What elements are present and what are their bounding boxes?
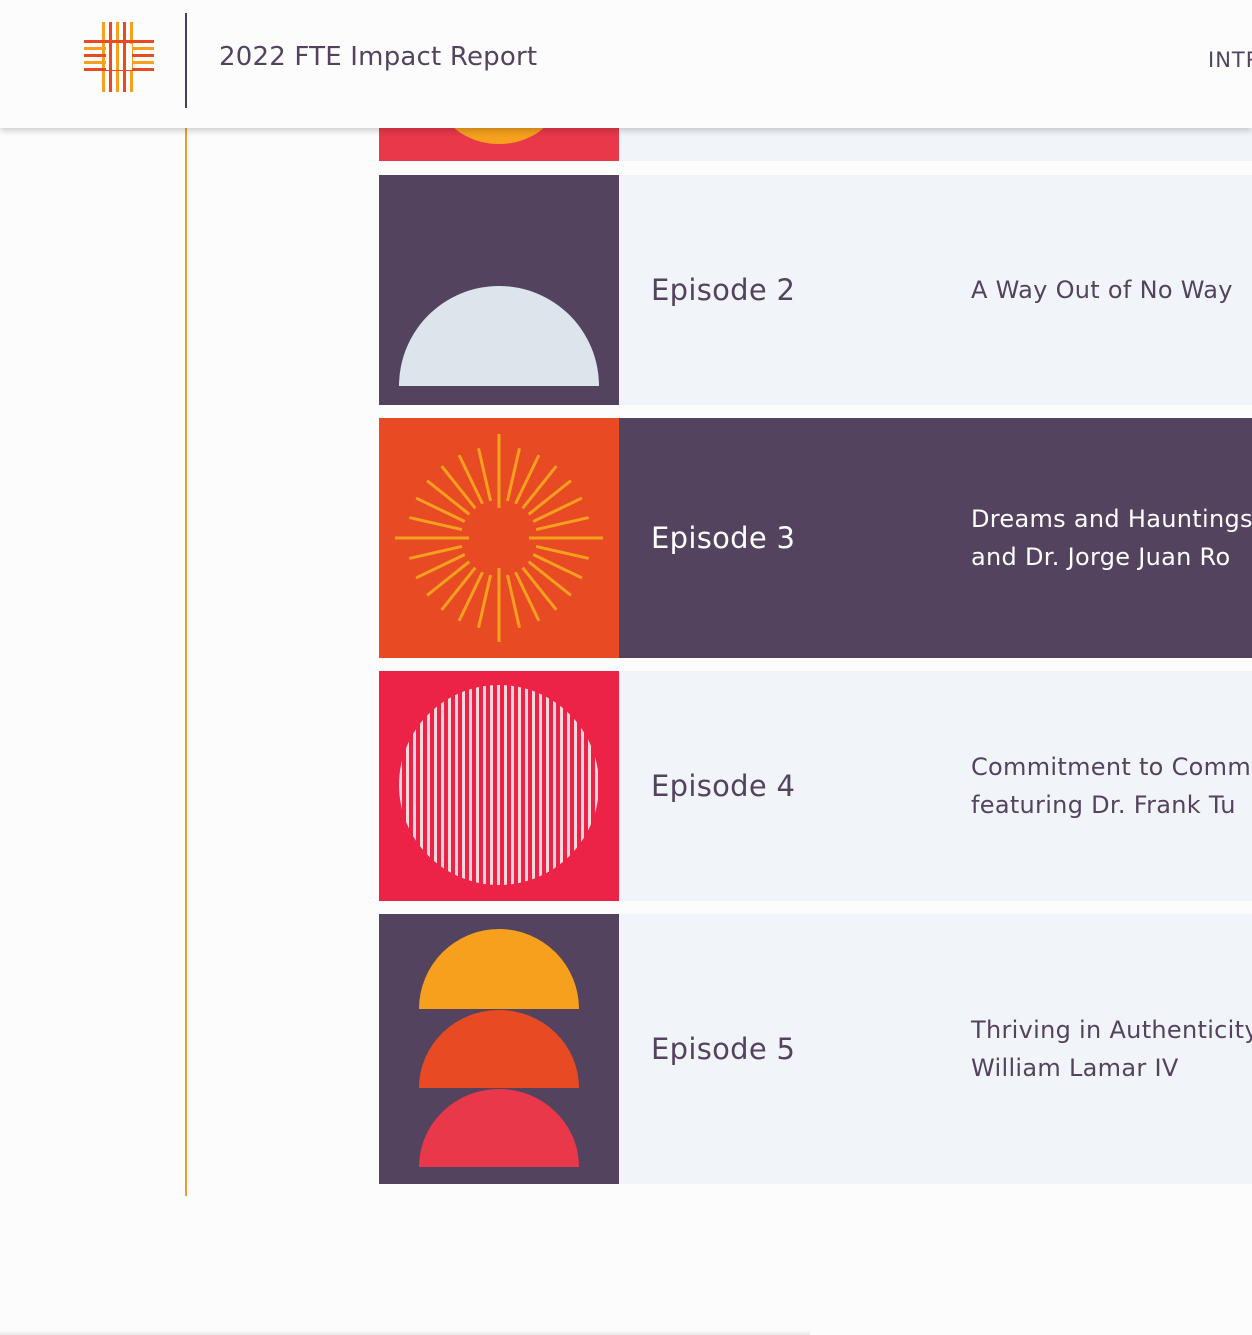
episode-row-5[interactable]: Episode 5 Thriving in Authenticity Willi… — [379, 914, 1252, 1184]
episode-5-artwork — [379, 914, 619, 1184]
episode-label: Episode 2 — [651, 273, 796, 307]
episode-label: Episode 4 — [651, 769, 796, 803]
page-title[interactable]: 2022 FTE Impact Report — [219, 42, 537, 72]
header-divider — [185, 13, 187, 108]
nav-item-intro[interactable]: INTR — [1208, 48, 1252, 72]
episode-3-artwork — [379, 418, 619, 658]
episode-label: Episode 3 — [651, 521, 796, 555]
episode-title: Thriving in Authenticity William Lamar I… — [971, 1016, 1252, 1082]
site-header: 2022 FTE Impact Report INTR — [0, 0, 1252, 128]
episode-row-3[interactable]: Episode 3 Dreams and Hauntings and Dr. J… — [379, 418, 1252, 658]
bottom-shadow — [0, 1330, 810, 1335]
episode-row-4[interactable]: Episode 4 Commitment to Comm featuring D… — [379, 671, 1252, 901]
episode-4-info: Episode 4 Commitment to Comm featuring D… — [619, 671, 1252, 901]
episode-row-2[interactable]: Episode 2 A Way Out of No Way — [379, 175, 1252, 405]
episode-title: A Way Out of No Way — [971, 276, 1233, 304]
fte-cross-logo-icon[interactable] — [84, 22, 154, 92]
episode-title: Commitment to Comm featuring Dr. Frank T… — [971, 753, 1251, 819]
episode-2-artwork — [379, 175, 619, 405]
timeline-line — [185, 128, 187, 1196]
episode-5-info: Episode 5 Thriving in Authenticity Willi… — [619, 914, 1252, 1184]
episode-2-info: Episode 2 A Way Out of No Way — [619, 175, 1252, 405]
episode-title: Dreams and Hauntings and Dr. Jorge Juan … — [971, 505, 1252, 571]
episode-4-artwork — [379, 671, 619, 901]
episode-label: Episode 5 — [651, 1032, 796, 1066]
episode-3-info: Episode 3 Dreams and Hauntings and Dr. J… — [619, 418, 1252, 658]
